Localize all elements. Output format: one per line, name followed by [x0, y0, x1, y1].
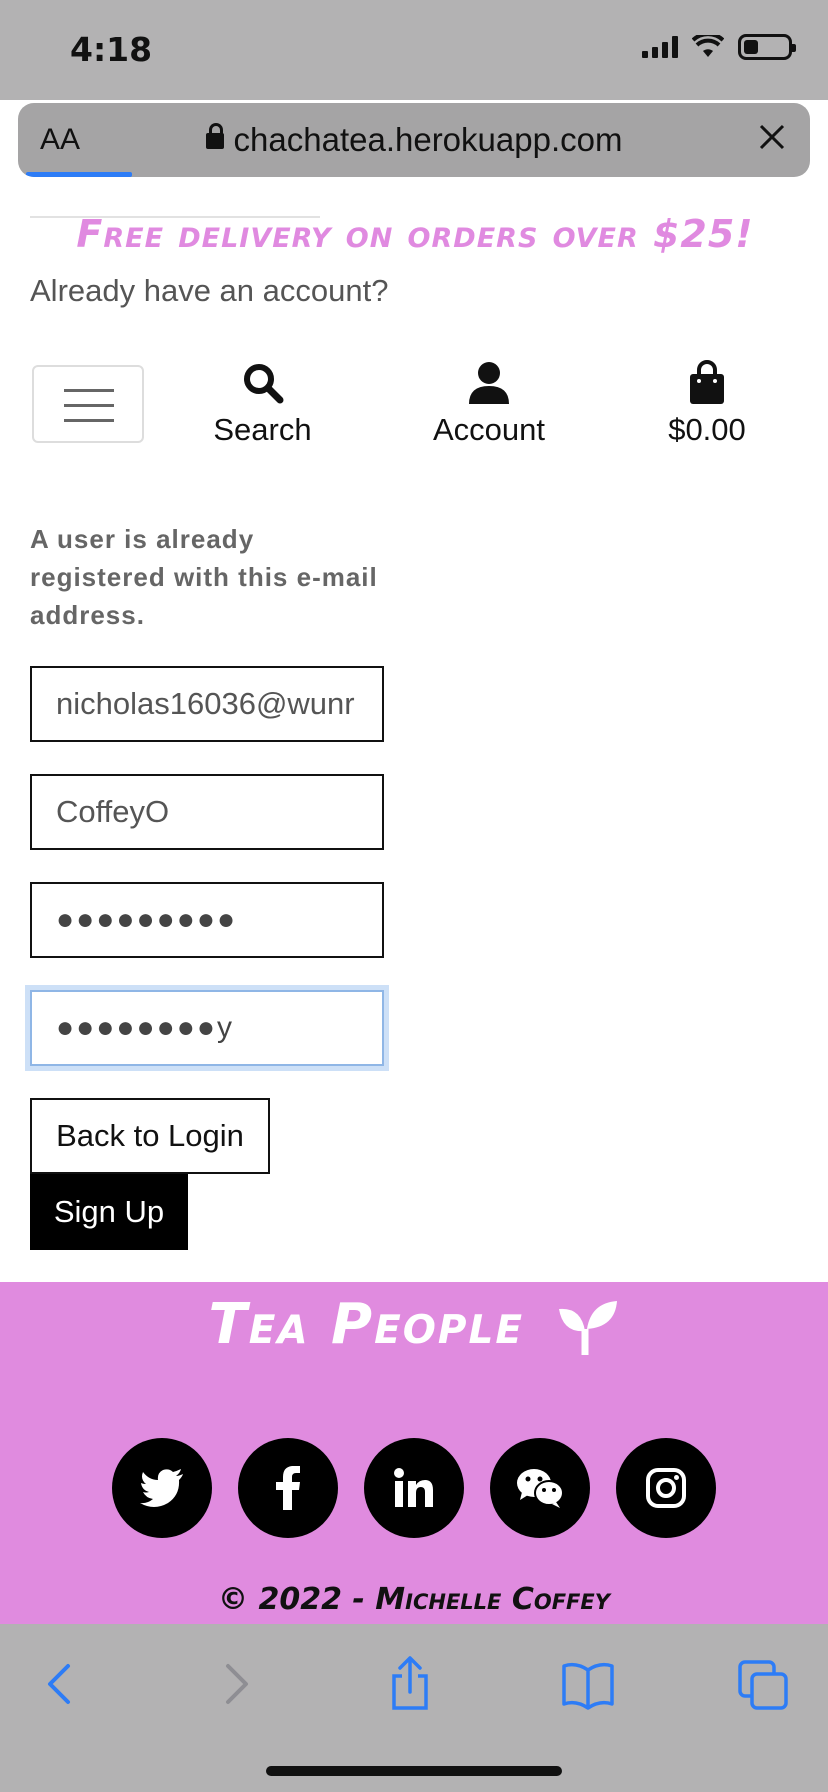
promo-banner: Free delivery on orders over $25! — [76, 212, 754, 256]
linkedin-icon — [394, 1468, 433, 1507]
sign-up-button[interactable]: Sign Up — [30, 1174, 188, 1250]
url-field[interactable]: chachatea.herokuapp.com — [18, 121, 810, 159]
share-icon[interactable] — [380, 1654, 440, 1714]
nav-account[interactable]: Account — [424, 360, 554, 448]
email-field[interactable]: nicholas16036@wunr — [30, 666, 384, 742]
page-load-progress — [26, 172, 132, 177]
status-bar: 4:18 — [0, 0, 828, 100]
username-value: CoffeyO — [56, 794, 170, 829]
footer: Tea People © 2022 - Michelle Coffey — [0, 1282, 828, 1624]
email-value: nicholas16036@wunr — [56, 686, 355, 721]
linkedin-link[interactable] — [364, 1438, 464, 1538]
facebook-link[interactable] — [238, 1438, 338, 1538]
forward-arrow-icon[interactable] — [206, 1654, 266, 1714]
cellular-signal-icon — [642, 36, 678, 58]
main-nav: Search Account $0.00 — [0, 360, 828, 470]
user-icon — [469, 362, 509, 404]
twitter-link[interactable] — [112, 1438, 212, 1538]
back-to-login-button[interactable]: Back to Login — [30, 1098, 270, 1174]
wechat-icon — [517, 1469, 564, 1508]
bookmarks-icon[interactable] — [558, 1654, 618, 1714]
search-label: Search — [213, 412, 312, 447]
nav-search[interactable]: Search — [210, 360, 315, 448]
instagram-icon — [646, 1468, 686, 1508]
status-time: 4:18 — [70, 30, 153, 69]
footer-brand: Tea People — [0, 1292, 828, 1357]
search-icon — [243, 364, 283, 404]
home-indicator[interactable] — [266, 1766, 562, 1776]
url-bar[interactable]: AA chachatea.herokuapp.com — [18, 103, 810, 177]
wechat-link[interactable] — [490, 1438, 590, 1538]
twitter-icon — [140, 1469, 183, 1507]
already-account-link[interactable]: Already have an account? — [30, 273, 388, 309]
instagram-link[interactable] — [616, 1438, 716, 1538]
battery-icon — [738, 34, 796, 60]
nav-cart[interactable]: $0.00 — [662, 360, 752, 448]
password-field[interactable]: ●●●●●●●●● — [30, 882, 384, 958]
account-label: Account — [432, 412, 545, 447]
username-field[interactable]: CoffeyO — [30, 774, 384, 850]
menu-toggle-button[interactable] — [32, 365, 144, 443]
browser-toolbar — [0, 1624, 828, 1792]
password-confirm-field[interactable]: ●●●●●●●●y — [30, 990, 384, 1066]
password-value: ●●●●●●●●● — [56, 903, 238, 936]
wifi-icon — [692, 35, 724, 57]
tabs-icon[interactable] — [734, 1654, 794, 1714]
lock-icon — [205, 123, 224, 149]
copyright: © 2022 - Michelle Coffey — [218, 1582, 610, 1617]
close-icon[interactable] — [752, 117, 792, 157]
facebook-icon — [276, 1466, 300, 1510]
social-links — [112, 1438, 716, 1538]
error-message: A user is already registered with this e… — [30, 524, 378, 630]
url-domain: chachatea.herokuapp.com — [233, 121, 623, 158]
back-arrow-icon[interactable] — [30, 1654, 90, 1714]
password-confirm-value: ●●●●●●●●y — [56, 1011, 234, 1044]
cart-total: $0.00 — [668, 412, 746, 447]
brand-name: Tea People — [208, 1292, 524, 1357]
shopping-bag-icon — [690, 360, 724, 404]
sprout-icon — [559, 1300, 618, 1355]
status-icons — [642, 34, 796, 60]
